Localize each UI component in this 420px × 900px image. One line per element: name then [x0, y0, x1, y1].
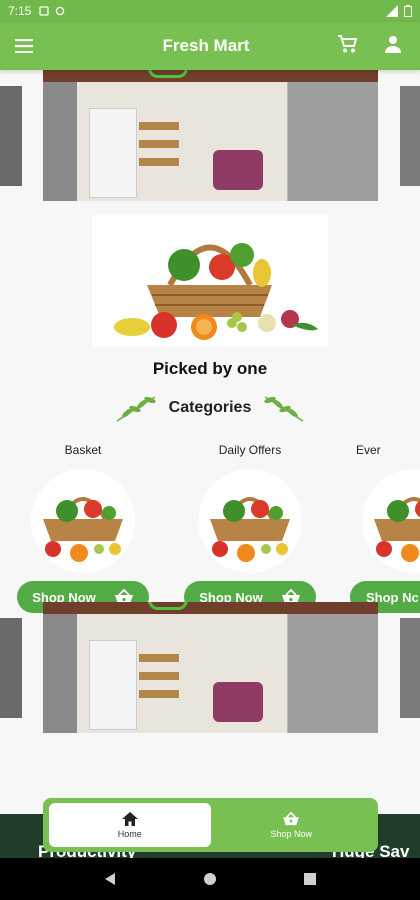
category-name: Daily Offers: [218, 443, 282, 457]
category-name: Ever: [356, 443, 381, 457]
nav-home-label: Home: [117, 828, 142, 839]
category-image: [31, 469, 135, 573]
leaf-branch-left-icon: [116, 396, 156, 422]
banner-carousel-secondary[interactable]: [0, 602, 420, 734]
nav-shop-now[interactable]: Shop Now: [211, 803, 373, 847]
category-name: Basket: [64, 443, 102, 457]
nav-home[interactable]: Home: [49, 803, 211, 847]
app-bar: Fresh Mart: [0, 22, 420, 70]
leaf-branch-right-icon: [264, 396, 304, 422]
sync-icon: [56, 6, 65, 16]
notification-icon: [39, 6, 50, 16]
person-icon: [384, 35, 401, 53]
hamburger-icon: [15, 39, 33, 53]
banner-slide-prev[interactable]: [0, 86, 22, 186]
back-icon[interactable]: [103, 872, 117, 886]
categories-heading: Categories: [0, 393, 420, 423]
status-time: 7:15: [8, 4, 32, 18]
signal-icon: [386, 5, 398, 17]
hero-image: [0, 215, 420, 347]
system-navigation-bar: [0, 858, 420, 900]
banner-slide-store[interactable]: [43, 602, 378, 733]
category-image: [198, 469, 302, 573]
store-photo: [43, 70, 378, 201]
basket-icon: [283, 811, 300, 825]
vegetable-basket-illustration: [114, 243, 318, 340]
bottom-navigation: Home Shop Now: [43, 798, 378, 852]
menu-button[interactable]: [0, 22, 48, 70]
profile-button[interactable]: [384, 35, 402, 58]
banner-slide-next[interactable]: [400, 618, 420, 718]
category-card-daily-offers[interactable]: Daily Offers Shop Now: [183, 443, 317, 613]
cart-icon: [337, 34, 357, 52]
category-image: [362, 469, 420, 573]
banner-carousel[interactable]: [0, 70, 420, 202]
home-icon: [121, 811, 138, 826]
recents-icon[interactable]: [303, 872, 317, 886]
category-card-basket[interactable]: Basket Shop Now: [16, 443, 150, 613]
banner-slide-store[interactable]: [43, 70, 378, 201]
home-content: Picked by one Categories Basket Shop Now…: [0, 70, 420, 858]
battery-icon: [404, 5, 412, 17]
hero-caption: Picked by one: [152, 359, 268, 378]
banner-slide-prev[interactable]: [0, 618, 22, 718]
app-title: Fresh Mart: [162, 36, 250, 55]
category-card-partial[interactable]: Ever Shop Nc: [350, 443, 420, 613]
banner-slide-next[interactable]: [400, 86, 420, 186]
cart-button[interactable]: [337, 34, 359, 59]
categories-title: Categories: [168, 399, 252, 416]
status-bar: 7:15: [0, 0, 420, 22]
nav-shop-now-label: Shop Now: [270, 828, 313, 839]
store-photo: [43, 602, 378, 733]
home-circle-icon[interactable]: [203, 872, 217, 886]
